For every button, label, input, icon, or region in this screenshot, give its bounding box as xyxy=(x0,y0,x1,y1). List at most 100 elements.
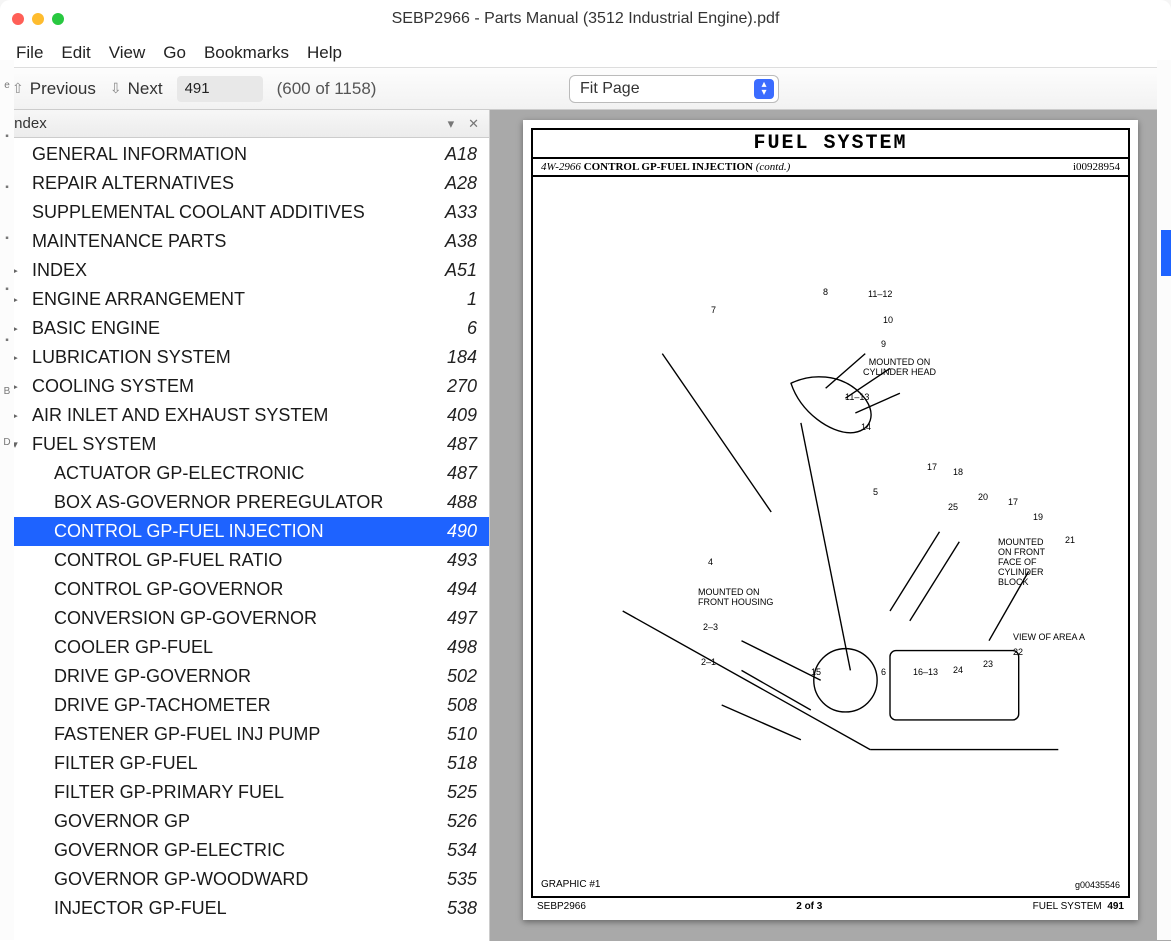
menu-bookmarks[interactable]: Bookmarks xyxy=(204,43,289,63)
index-item[interactable]: ▸LUBRICATION SYSTEM184 xyxy=(0,343,489,372)
minimize-icon[interactable] xyxy=(32,13,44,25)
close-icon[interactable] xyxy=(12,13,24,25)
index-tree[interactable]: GENERAL INFORMATIONA18REPAIR ALTERNATIVE… xyxy=(0,138,489,925)
index-item[interactable]: GOVERNOR GP526 xyxy=(0,807,489,836)
index-item[interactable]: DRIVE GP-TACHOMETER508 xyxy=(0,691,489,720)
index-item[interactable]: GENERAL INFORMATIONA18 xyxy=(0,140,489,169)
window-controls[interactable] xyxy=(12,13,64,25)
next-button[interactable]: ⇩ Next xyxy=(110,79,163,99)
menu-view[interactable]: View xyxy=(109,43,146,63)
sidebar-header[interactable]: Index ▾✕ xyxy=(0,110,489,138)
page-section-title: FUEL SYSTEM xyxy=(533,130,1128,159)
index-item[interactable]: FILTER GP-PRIMARY FUEL525 xyxy=(0,778,489,807)
index-item-label: GOVERNOR GP-ELECTRIC xyxy=(24,840,431,861)
index-item-label: INJECTOR GP-FUEL xyxy=(24,898,431,919)
index-item[interactable]: FILTER GP-FUEL518 xyxy=(0,749,489,778)
index-item[interactable]: FASTENER GP-FUEL INJ PUMP510 xyxy=(0,720,489,749)
index-item[interactable]: CONTROL GP-GOVERNOR494 xyxy=(0,575,489,604)
index-item[interactable]: INJECTOR GP-FUEL538 xyxy=(0,894,489,923)
index-item-label: CONTROL GP-FUEL RATIO xyxy=(24,550,431,571)
index-item-page: 525 xyxy=(431,782,477,803)
page-body: 7 8 11–12 10 9 MOUNTED ON CYLINDER HEAD … xyxy=(533,177,1128,896)
menu-bar[interactable]: File Edit View Go Bookmarks Help xyxy=(0,38,1171,68)
index-item[interactable]: ▸COOLING SYSTEM270 xyxy=(0,372,489,401)
previous-button[interactable]: ⇧ Previous xyxy=(12,79,96,99)
index-item[interactable]: ▾FUEL SYSTEM487 xyxy=(0,430,489,459)
pdf-page: FUEL SYSTEM 4W-2966 CONTROL GP-FUEL INJE… xyxy=(523,120,1138,920)
maximize-icon[interactable] xyxy=(52,13,64,25)
index-item-label: FASTENER GP-FUEL INJ PUMP xyxy=(24,724,431,745)
index-item-page: 409 xyxy=(431,405,477,426)
index-item[interactable]: COOLER GP-FUEL498 xyxy=(0,633,489,662)
index-item[interactable]: SUPPLEMENTAL COOLANT ADDITIVESA33 xyxy=(0,198,489,227)
index-item-page: 497 xyxy=(431,608,477,629)
window-titlebar: SEBP2966 - Parts Manual (3512 Industrial… xyxy=(0,0,1171,38)
index-item-page: A51 xyxy=(431,260,477,281)
index-item-page: 498 xyxy=(431,637,477,658)
index-item[interactable]: MAINTENANCE PARTSA38 xyxy=(0,227,489,256)
index-item-label: GENERAL INFORMATION xyxy=(24,144,431,165)
index-item[interactable]: CONTROL GP-FUEL INJECTION490 xyxy=(0,517,489,546)
index-item-page: 184 xyxy=(431,347,477,368)
close-panel-icon[interactable]: ✕ xyxy=(468,116,479,132)
index-item-label: AIR INLET AND EXHAUST SYSTEM xyxy=(24,405,431,426)
index-item[interactable]: CONVERSION GP-GOVERNOR497 xyxy=(0,604,489,633)
page-number-input[interactable] xyxy=(177,76,263,102)
index-item[interactable]: DRIVE GP-GOVERNOR502 xyxy=(0,662,489,691)
index-item-page: 510 xyxy=(431,724,477,745)
index-item-label: DRIVE GP-GOVERNOR xyxy=(24,666,431,687)
menu-file[interactable]: File xyxy=(16,43,43,63)
index-item-label: COOLER GP-FUEL xyxy=(24,637,431,658)
index-item-label: ENGINE ARRANGEMENT xyxy=(24,289,431,310)
index-item-label: GOVERNOR GP xyxy=(24,811,431,832)
index-item[interactable]: GOVERNOR GP-ELECTRIC534 xyxy=(0,836,489,865)
pdf-viewer[interactable]: FUEL SYSTEM 4W-2966 CONTROL GP-FUEL INJE… xyxy=(490,110,1171,941)
graphic-id: g00435546 xyxy=(1075,880,1120,890)
index-item-page: 1 xyxy=(431,289,477,310)
index-item[interactable]: CONTROL GP-FUEL RATIO493 xyxy=(0,546,489,575)
index-item-page: 270 xyxy=(431,376,477,397)
exploded-diagram: 7 8 11–12 10 9 MOUNTED ON CYLINDER HEAD … xyxy=(593,287,1088,836)
index-item-label: FILTER GP-PRIMARY FUEL xyxy=(24,782,431,803)
index-item-label: CONVERSION GP-GOVERNOR xyxy=(24,608,431,629)
index-item-page: A18 xyxy=(431,144,477,165)
index-item[interactable]: GOVERNOR GP-WOODWARD535 xyxy=(0,865,489,894)
index-item-label: FUEL SYSTEM xyxy=(24,434,431,455)
zoom-select[interactable]: Fit Page ▴▾ xyxy=(569,75,779,103)
page-heading-row: 4W-2966 CONTROL GP-FUEL INJECTION (contd… xyxy=(533,159,1128,177)
menu-go[interactable]: Go xyxy=(163,43,186,63)
index-item-page: 488 xyxy=(431,492,477,513)
index-item[interactable]: BOX AS-GOVERNOR PREREGULATOR488 xyxy=(0,488,489,517)
index-item-page: 526 xyxy=(431,811,477,832)
index-item-label: BOX AS-GOVERNOR PREREGULATOR xyxy=(24,492,431,513)
select-arrows-icon: ▴▾ xyxy=(754,79,774,99)
index-item[interactable]: REPAIR ALTERNATIVESA28 xyxy=(0,169,489,198)
index-item-label: SUPPLEMENTAL COOLANT ADDITIVES xyxy=(24,202,431,223)
index-item-label: BASIC ENGINE xyxy=(24,318,431,339)
index-item[interactable]: ▸BASIC ENGINE6 xyxy=(0,314,489,343)
index-item-page: 534 xyxy=(431,840,477,861)
index-item-page: A38 xyxy=(431,231,477,252)
menu-help[interactable]: Help xyxy=(307,43,342,63)
right-blue-tab xyxy=(1161,230,1171,276)
index-item-label: COOLING SYSTEM xyxy=(24,376,431,397)
index-item-page: 518 xyxy=(431,753,477,774)
index-item-page: A28 xyxy=(431,173,477,194)
index-item[interactable]: ▸INDEXA51 xyxy=(0,256,489,285)
index-item-page: 502 xyxy=(431,666,477,687)
right-window-strip xyxy=(1157,60,1171,940)
index-item-label: DRIVE GP-TACHOMETER xyxy=(24,695,431,716)
page-footer: SEBP2966 2 of 3 FUEL SYSTEM 491 xyxy=(531,898,1130,912)
index-item-page: 490 xyxy=(431,521,477,542)
index-item-page: 493 xyxy=(431,550,477,571)
index-item-page: 487 xyxy=(431,463,477,484)
index-item-label: FILTER GP-FUEL xyxy=(24,753,431,774)
dropdown-icon[interactable]: ▾ xyxy=(448,116,455,132)
menu-edit[interactable]: Edit xyxy=(61,43,90,63)
index-item[interactable]: ACTUATOR GP-ELECTRONIC487 xyxy=(0,459,489,488)
index-item[interactable]: ▸ENGINE ARRANGEMENT1 xyxy=(0,285,489,314)
index-item-label: CONTROL GP-FUEL INJECTION xyxy=(24,521,431,542)
window-title: SEBP2966 - Parts Manual (3512 Industrial… xyxy=(64,10,1107,28)
index-item[interactable]: ▸AIR INLET AND EXHAUST SYSTEM409 xyxy=(0,401,489,430)
index-item-page: 494 xyxy=(431,579,477,600)
